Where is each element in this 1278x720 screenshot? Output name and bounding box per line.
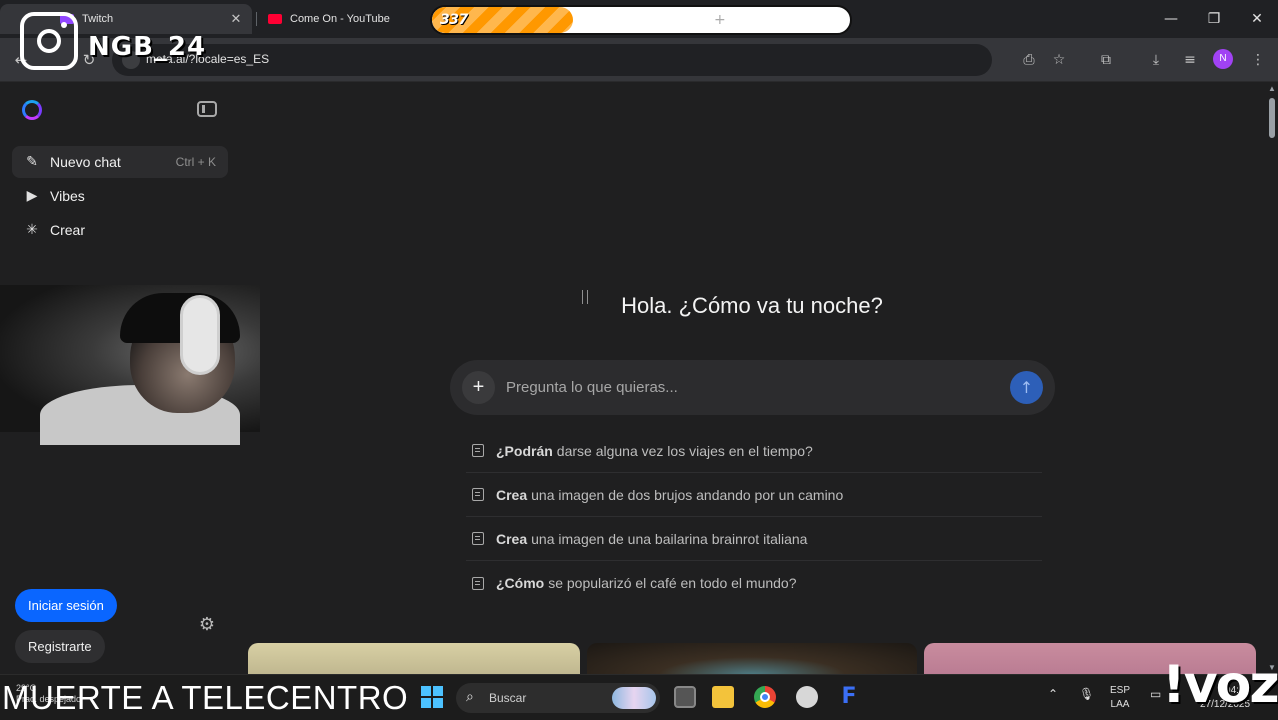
download-icon[interactable]: ⤓ bbox=[1145, 49, 1167, 71]
file-explorer-icon[interactable] bbox=[712, 686, 734, 708]
headset-icon bbox=[180, 295, 220, 375]
suggestion-lead: ¿Cómo bbox=[496, 575, 545, 591]
sidebar-toggle-icon[interactable] bbox=[197, 101, 217, 117]
sidebar-item-label: Crear bbox=[50, 222, 86, 238]
gear-icon[interactable]: ⚙ bbox=[197, 615, 217, 635]
extensions-puzzle-icon[interactable]: ⧉ bbox=[1095, 49, 1117, 71]
voz-overlay-text: !voz bbox=[1162, 655, 1278, 715]
follower-count: 337 bbox=[440, 12, 468, 28]
maximize-button[interactable]: ❐ bbox=[1203, 8, 1225, 30]
lang-line1: ESP bbox=[1110, 685, 1131, 696]
follower-goal-bar: 337 SEGUIDORES + 1000 bbox=[430, 5, 852, 35]
microphone-icon[interactable]: 🎙 bbox=[1079, 687, 1094, 701]
prompt-composer: + ↑ bbox=[450, 360, 1055, 415]
image-icon bbox=[472, 488, 484, 501]
suggestion-text: darse alguna vez los viajes en el tiempo… bbox=[556, 442, 813, 459]
suggestion-item[interactable]: ¿Cómo se popularizó el café en todo el m… bbox=[466, 561, 1042, 605]
close-window-button[interactable]: ✕ bbox=[1246, 8, 1268, 30]
profile-avatar[interactable]: N bbox=[1213, 49, 1233, 69]
vibes-thumbnail[interactable] bbox=[587, 643, 917, 674]
bookmark-star-icon[interactable]: ☆ bbox=[1048, 49, 1070, 71]
language-indicator[interactable]: ESP LAA bbox=[1110, 684, 1130, 712]
windows-start-icon[interactable] bbox=[421, 686, 443, 708]
tab-close-icon[interactable]: ✕ bbox=[228, 11, 244, 27]
obs-icon[interactable] bbox=[796, 686, 818, 708]
search-highlight-image bbox=[612, 687, 656, 709]
instagram-dot bbox=[61, 22, 67, 28]
lang-line2: LAA bbox=[1110, 699, 1130, 710]
greeting-title: Hola. ¿Cómo va tu noche? bbox=[621, 293, 883, 318]
app-f-icon[interactable]: F bbox=[838, 686, 860, 708]
chevron-up-icon[interactable]: ⌃ bbox=[1048, 687, 1058, 701]
plus-icon: + bbox=[714, 12, 726, 28]
streamer-handle: NGB_24 bbox=[88, 32, 207, 62]
meta-ai-logo-icon[interactable] bbox=[22, 100, 42, 120]
menu-kebab-icon[interactable]: ⋮ bbox=[1247, 49, 1269, 71]
image-icon bbox=[472, 532, 484, 545]
instagram-lens bbox=[37, 29, 61, 53]
tab-separator bbox=[256, 12, 257, 26]
task-view-icon[interactable] bbox=[674, 686, 696, 708]
windows-taskbar: 29°C Prac. despejado MUERTE A TELECENTRO… bbox=[0, 655, 1278, 720]
follower-label: SEGUIDORES bbox=[592, 12, 689, 28]
youtube-favicon-icon bbox=[268, 14, 282, 24]
login-button[interactable]: Iniciar sesión bbox=[15, 589, 117, 622]
address-bar[interactable]: meta.ai/?locale=es_ES bbox=[112, 44, 992, 76]
screen: Twitch ✕ Come On - YouTube 337 SEGUIDORE… bbox=[0, 0, 1278, 720]
keyboard-shortcut: Ctrl + K bbox=[175, 155, 216, 169]
minimize-button[interactable]: — bbox=[1160, 8, 1182, 30]
suggestion-lead: Crea bbox=[496, 486, 528, 503]
sidebar-item-new-chat[interactable]: ✎ Nuevo chat Ctrl + K bbox=[12, 146, 228, 178]
stream-ticker-text: MUERTE A TELECENTRO bbox=[2, 679, 409, 716]
sidebar-item-vibes[interactable]: ▶ Vibes bbox=[12, 180, 228, 212]
scroll-up-icon[interactable]: ▲ bbox=[1268, 84, 1276, 93]
prompt-input[interactable] bbox=[506, 374, 986, 400]
suggestion-text: una imagen de una bailarina brainrot ita… bbox=[531, 530, 808, 547]
follower-goal: 1000 bbox=[805, 12, 842, 28]
attach-plus-button[interactable]: + bbox=[462, 371, 495, 404]
scroll-thumb[interactable] bbox=[1269, 98, 1275, 138]
tab-youtube[interactable]: Come On - YouTube bbox=[258, 4, 428, 34]
suggestion-lead: Crea bbox=[496, 530, 528, 547]
meta-ai-page: ✎ Nuevo chat Ctrl + K ▶ Vibes ✳ Crear Ho… bbox=[0, 82, 1266, 674]
suggestion-item[interactable]: ¿Podrán darse alguna vez los viajes en e… bbox=[466, 429, 1042, 473]
text-cursor-icon bbox=[582, 290, 588, 304]
video-icon: ▶ bbox=[26, 188, 38, 204]
sidebar-item-label: Vibes bbox=[50, 188, 85, 204]
sidebar-item-crear[interactable]: ✳ Crear bbox=[12, 214, 228, 246]
search-icon: ⌕ bbox=[466, 689, 474, 705]
install-app-icon[interactable]: ⎙ bbox=[1018, 49, 1040, 71]
tab-label: Twitch bbox=[82, 13, 114, 25]
suggestion-item[interactable]: Crea una imagen de una bailarina brainro… bbox=[466, 517, 1042, 561]
instagram-logo-icon bbox=[20, 12, 78, 70]
media-controls-icon[interactable]: ≡ bbox=[1179, 49, 1201, 71]
network-icon[interactable]: ▭ bbox=[1150, 687, 1161, 701]
signup-button[interactable]: Registrarte bbox=[15, 630, 105, 663]
tab-label: Come On - YouTube bbox=[290, 13, 390, 25]
text-doc-icon bbox=[472, 576, 484, 590]
text-doc-icon bbox=[472, 444, 484, 457]
suggestion-text: se popularizó el café en todo el mundo? bbox=[548, 575, 797, 591]
sparkle-wand-icon: ✳ bbox=[26, 222, 38, 238]
send-arrow-button[interactable]: ↑ bbox=[1010, 371, 1043, 404]
suggestion-item[interactable]: Crea una imagen de dos brujos andando po… bbox=[466, 473, 1042, 517]
taskbar-search[interactable]: ⌕ Buscar bbox=[456, 683, 660, 713]
suggestion-lead: ¿Podrán bbox=[496, 442, 553, 459]
vibes-thumbnail[interactable] bbox=[248, 643, 580, 674]
page-scrollbar[interactable]: ▲ ▼ bbox=[1266, 82, 1278, 674]
chrome-icon[interactable] bbox=[754, 686, 776, 708]
edit-icon: ✎ bbox=[26, 154, 38, 170]
webcam-overlay bbox=[0, 285, 260, 445]
search-label: Buscar bbox=[489, 691, 527, 705]
sidebar-item-label: Nuevo chat bbox=[50, 154, 121, 170]
suggestion-text: una imagen de dos brujos andando por un … bbox=[531, 486, 844, 503]
